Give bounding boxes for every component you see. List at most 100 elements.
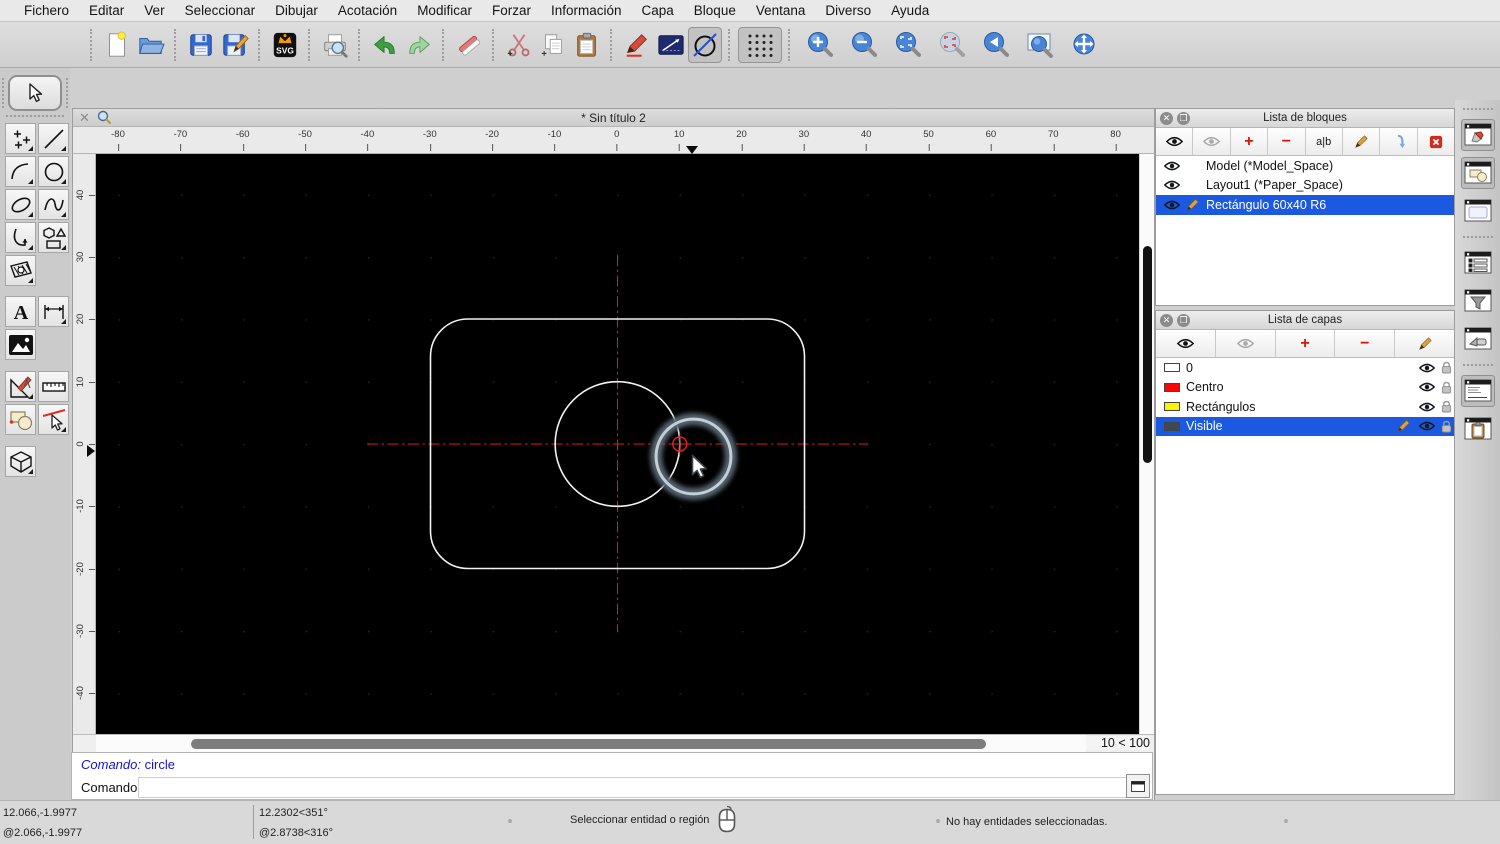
- ellipse-tool[interactable]: [5, 189, 36, 220]
- block-tools[interactable]: [5, 404, 36, 435]
- menu-item[interactable]: Diverso: [815, 3, 881, 18]
- block-list-row[interactable]: Rectángulo 60x40 R6: [1156, 195, 1454, 215]
- zoom-back-button[interactable]: [979, 26, 1013, 64]
- print-preview-button[interactable]: [318, 26, 352, 64]
- float-panel-icon[interactable]: ❐: [1177, 314, 1190, 327]
- hatch-tool[interactable]: [5, 255, 36, 286]
- layer-list-row[interactable]: Visible: [1156, 417, 1454, 437]
- svg-export-button[interactable]: SVG: [268, 26, 302, 64]
- zoom-auto-button[interactable]: [891, 26, 925, 64]
- selection-arrow-button[interactable]: [8, 75, 62, 111]
- menu-item[interactable]: Acotación: [328, 3, 407, 18]
- rename-block-button[interactable]: a|b: [1306, 128, 1343, 155]
- close-panel-icon[interactable]: ✕: [1160, 112, 1173, 125]
- command-window-toggle-button[interactable]: [1126, 774, 1150, 798]
- menu-item[interactable]: Ventana: [746, 3, 816, 18]
- list-window-button[interactable]: [1461, 247, 1495, 279]
- menu-item[interactable]: Capa: [632, 3, 684, 18]
- undo-button[interactable]: [368, 26, 402, 64]
- layer-visibility-eye-icon[interactable]: [1419, 382, 1435, 392]
- show-all-blocks-button[interactable]: [1156, 128, 1193, 155]
- clipboard-window-button[interactable]: [1461, 413, 1495, 445]
- edit-block-button[interactable]: [1343, 128, 1380, 155]
- redo-button[interactable]: [402, 26, 436, 64]
- solids-tool[interactable]: [5, 446, 36, 477]
- zoom-window-button[interactable]: [1023, 26, 1057, 64]
- horizontal-scrollbar-thumb[interactable]: [191, 739, 986, 749]
- delete-block-entities-button[interactable]: [1418, 128, 1454, 155]
- hide-all-blocks-button[interactable]: [1193, 128, 1230, 155]
- light-window-button[interactable]: [1461, 323, 1495, 355]
- measure-tool[interactable]: [38, 371, 69, 402]
- zoom-previous-button[interactable]: [935, 26, 969, 64]
- select-entities-tool[interactable]: [38, 404, 69, 435]
- command-window-button[interactable]: [1461, 375, 1495, 407]
- menu-item[interactable]: Fichero: [14, 3, 79, 18]
- paste-button[interactable]: [570, 26, 604, 64]
- layer-visibility-eye-icon[interactable]: [1419, 421, 1435, 431]
- layer-lock-icon[interactable]: [1441, 381, 1452, 394]
- horizontal-scrollbar[interactable]: [96, 735, 1086, 753]
- points-tool[interactable]: [5, 123, 36, 154]
- menu-item[interactable]: Editar: [79, 3, 134, 18]
- dimension-tool[interactable]: [38, 296, 69, 327]
- open-file-button[interactable]: [134, 26, 168, 64]
- edit-entity-button[interactable]: [620, 26, 654, 64]
- polyline-tool[interactable]: [5, 222, 36, 253]
- edit-layer-button[interactable]: [1395, 330, 1454, 357]
- insert-block-button[interactable]: [1380, 128, 1417, 155]
- block-visibility-eye-icon[interactable]: [1164, 200, 1180, 210]
- library-window-button[interactable]: [1461, 195, 1495, 227]
- zoom-out-button[interactable]: [847, 26, 881, 64]
- vertical-scrollbar-thumb[interactable]: [1143, 246, 1152, 463]
- copy-button[interactable]: [536, 26, 570, 64]
- zoom-in-button[interactable]: [803, 26, 837, 64]
- toolbar-handle[interactable]: [90, 29, 94, 61]
- image-tool[interactable]: [5, 329, 36, 360]
- menu-item[interactable]: Ayuda: [881, 3, 939, 18]
- block-list-row[interactable]: Layout1 (*Paper_Space): [1156, 176, 1454, 196]
- misc-tools[interactable]: [5, 371, 36, 402]
- menu-item[interactable]: Modificar: [407, 3, 482, 18]
- block-visibility-eye-icon[interactable]: [1164, 180, 1180, 190]
- spline-tool[interactable]: [38, 189, 69, 220]
- drawing-canvas[interactable]: [96, 154, 1139, 734]
- save-as-button[interactable]: [218, 26, 252, 64]
- block-list-row[interactable]: Model (*Model_Space): [1156, 156, 1454, 176]
- block-visibility-eye-icon[interactable]: [1164, 161, 1180, 171]
- menu-item[interactable]: Ver: [134, 3, 174, 18]
- add-block-button[interactable]: +: [1231, 128, 1268, 155]
- layer-list-row[interactable]: Centro: [1156, 378, 1454, 398]
- remove-block-button[interactable]: −: [1268, 128, 1305, 155]
- arc-tool[interactable]: [5, 156, 36, 187]
- menu-item[interactable]: Seleccionar: [175, 3, 266, 18]
- hide-all-layers-button[interactable]: [1216, 330, 1276, 357]
- menu-item[interactable]: Información: [541, 3, 632, 18]
- layer-visibility-eye-icon[interactable]: [1419, 363, 1435, 373]
- layer-lock-icon[interactable]: [1441, 361, 1452, 374]
- delete-button[interactable]: [452, 26, 486, 64]
- new-document-button[interactable]: [100, 26, 134, 64]
- layer-visibility-eye-icon[interactable]: [1419, 402, 1435, 412]
- line-tool[interactable]: [38, 123, 69, 154]
- vertical-scrollbar[interactable]: [1139, 154, 1154, 734]
- blocks-window-button[interactable]: [1461, 157, 1495, 189]
- remove-layer-button[interactable]: −: [1335, 330, 1395, 357]
- circle-tool-button[interactable]: [688, 27, 722, 63]
- float-panel-icon[interactable]: ❐: [1177, 112, 1190, 125]
- menu-item[interactable]: Dibujar: [265, 3, 328, 18]
- save-button[interactable]: [184, 26, 218, 64]
- layer-lock-icon[interactable]: [1441, 420, 1452, 433]
- add-layer-button[interactable]: +: [1276, 330, 1336, 357]
- show-all-layers-button[interactable]: [1156, 330, 1216, 357]
- layer-lock-icon[interactable]: [1441, 400, 1452, 413]
- filter-window-button[interactable]: [1461, 285, 1495, 317]
- text-tool[interactable]: A: [5, 296, 36, 327]
- menu-item[interactable]: Forzar: [482, 3, 541, 18]
- layer-list-row[interactable]: Rectángulos: [1156, 397, 1454, 417]
- command-input[interactable]: [138, 777, 1131, 798]
- circle-tool[interactable]: [38, 156, 69, 187]
- pen-window-button[interactable]: [1461, 119, 1495, 151]
- grid-toggle-button[interactable]: [738, 27, 782, 63]
- zoom-pan-button[interactable]: [1067, 26, 1101, 64]
